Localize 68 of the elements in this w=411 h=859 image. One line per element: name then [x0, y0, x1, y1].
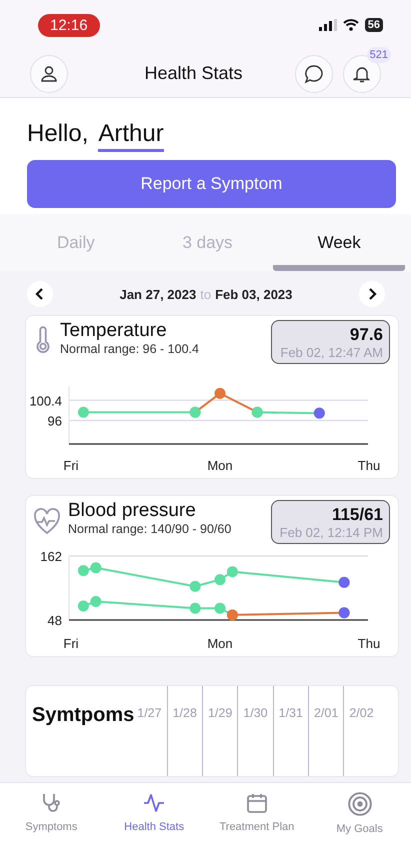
- battery-level: 56: [364, 18, 383, 32]
- date-column-header: 2/02: [343, 686, 379, 776]
- date-column-header: 1/28: [166, 686, 202, 776]
- data-point: [90, 596, 102, 607]
- date-column-header: 1/30: [237, 686, 273, 776]
- previous-button[interactable]: [27, 281, 53, 307]
- reading-value: 97.6: [348, 325, 383, 345]
- data-point: [78, 406, 89, 418]
- data-point: [78, 600, 89, 612]
- next-button[interactable]: [358, 281, 385, 307]
- reading-time: Feb 02, 12:14 PM: [280, 525, 383, 540]
- data-point: [226, 566, 238, 578]
- pulse-icon: [142, 791, 166, 815]
- axis-label: 162: [40, 549, 62, 564]
- date-column-header: 1/27: [136, 705, 163, 722]
- axis-label: 96: [48, 414, 62, 429]
- nav-tab[interactable]: My Goals: [308, 783, 411, 849]
- reading-time: Feb 02, 12:47 AM: [280, 345, 383, 360]
- period-tab[interactable]: Daily: [10, 226, 142, 271]
- period-tab[interactable]: 3 days: [142, 226, 274, 271]
- data-point: [90, 562, 102, 574]
- screen-title: Health Stats: [143, 63, 244, 84]
- chevron-right-icon: [366, 288, 377, 300]
- normal-range: Normal range: 96 - 100.4: [60, 342, 200, 356]
- user-name: Arthur: [98, 120, 164, 152]
- axis-label: Fri: [63, 636, 79, 651]
- nav-tab[interactable]: Symptoms: [0, 783, 103, 849]
- nav-tab[interactable]: Health Stats: [102, 783, 206, 849]
- card-title: Blood pressure: [68, 500, 197, 522]
- date-column-header: 2/01: [308, 686, 344, 776]
- chat-icon: [304, 64, 324, 84]
- target-icon: [346, 791, 373, 817]
- card-title: Temperature: [60, 320, 168, 342]
- heart-pulse-icon: [32, 506, 62, 536]
- profile-button[interactable]: [30, 54, 68, 92]
- axis-label: 100.4: [29, 393, 62, 408]
- axis-label: Thu: [358, 636, 380, 651]
- chevron-left-icon: [35, 288, 45, 300]
- status-time: 12:16: [38, 14, 100, 36]
- axis-label: Thu: [358, 458, 380, 473]
- greeting-text: Hello,: [27, 120, 88, 149]
- bell-icon: [353, 64, 371, 82]
- nav-tab[interactable]: Treatment Plan: [206, 783, 308, 849]
- axis-label: Fri: [63, 458, 79, 473]
- data-point: [214, 388, 226, 399]
- symptoms-title: Symtpoms: [32, 703, 134, 727]
- person-icon: [40, 64, 58, 82]
- wifi-icon: [342, 19, 359, 31]
- axis-label: Mon: [207, 636, 233, 651]
- reading-value: 115/61: [330, 505, 383, 525]
- data-point: [214, 574, 226, 586]
- data-point: [78, 565, 89, 576]
- calendar-icon: [244, 791, 269, 815]
- end-date: Feb 03, 2023: [215, 286, 292, 302]
- report-symptom-button[interactable]: Report a Symptom: [27, 160, 396, 208]
- date-column-header: 1/29: [202, 686, 238, 776]
- normal-range: Normal range: 140/90 - 90/60: [68, 522, 232, 536]
- date-column-header: 1/31: [272, 686, 308, 776]
- data-point: [190, 580, 201, 592]
- range-connector: to: [200, 286, 212, 302]
- start-date: Jan 27, 2023: [120, 286, 196, 302]
- axis-label: Mon: [207, 458, 233, 473]
- period-tab[interactable]: Week: [273, 226, 406, 271]
- signal-icon: [318, 19, 337, 31]
- chat-button[interactable]: [295, 54, 333, 92]
- data-point: [214, 602, 226, 614]
- data-point: [190, 602, 201, 614]
- axis-label: 48: [48, 613, 62, 628]
